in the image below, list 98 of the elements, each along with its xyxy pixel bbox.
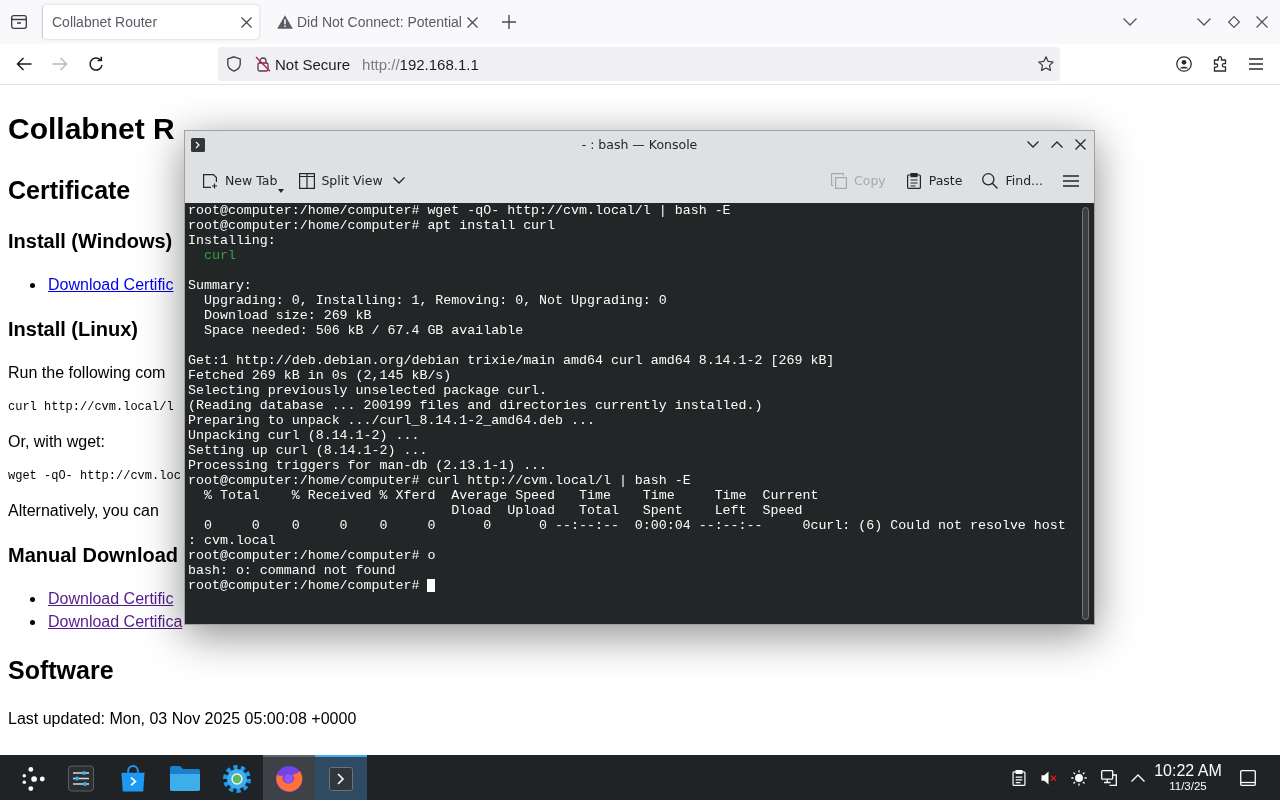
subsection-heading: Manual Download bbox=[8, 543, 178, 567]
split-view-icon bbox=[299, 172, 316, 189]
maximize-icon[interactable] bbox=[1051, 141, 1063, 148]
clock-date[interactable]: 11/3/25 bbox=[1169, 780, 1207, 793]
address-bar[interactable]: Not Secure http://192.168.1.1 bbox=[218, 47, 1060, 81]
window-title: - : bash — Konsole bbox=[581, 137, 698, 152]
paragraph: Last updated: Mon, 03 Nov 2025 05:00:08 +0000 bbox=[8, 709, 357, 729]
find-button[interactable]: Find... bbox=[976, 163, 1049, 198]
warning-icon bbox=[277, 15, 293, 29]
show-desktop-icon[interactable] bbox=[1240, 769, 1256, 786]
clock-time[interactable]: 10:22 AM bbox=[1154, 762, 1222, 779]
download-link[interactable]: Download Certifica bbox=[48, 612, 183, 632]
network-icon[interactable] bbox=[1101, 769, 1117, 786]
menu-icon[interactable] bbox=[1248, 58, 1264, 70]
paragraph: Run the following com bbox=[8, 363, 166, 383]
sun-icon[interactable] bbox=[1071, 769, 1087, 786]
chevron-up-icon[interactable] bbox=[1131, 773, 1145, 782]
terminal-line: root@computer:/home/computer# curl http://cvm.local/l | bash -E bbox=[188, 473, 691, 488]
paragraph: Or, with wget: bbox=[8, 432, 105, 452]
minimize-icon[interactable] bbox=[1027, 141, 1039, 148]
star-icon[interactable] bbox=[1038, 56, 1054, 72]
subsection-heading: Install (Windows) bbox=[8, 229, 173, 253]
terminal-line: root@computer:/home/computer# o bbox=[188, 548, 436, 563]
terminal-line: root@computer:/home/computer# wget -qO- http://cvm.local/l | bash -E bbox=[188, 203, 731, 218]
terminal-icon[interactable] bbox=[191, 137, 205, 152]
url-text[interactable]: http://192.168.1.1 bbox=[362, 55, 479, 73]
terminal-line: Get:1 http://deb.debian.org/debian trixie/main amd64 curl amd64 8.14.1-2 [269 kB] bbox=[188, 353, 835, 368]
code-snippet: curl http://cvm.local/l bbox=[8, 399, 174, 415]
page-heading: Collabnet R bbox=[8, 111, 175, 147]
menu-icon[interactable] bbox=[1063, 174, 1079, 187]
section-heading: Certificate bbox=[8, 176, 131, 204]
dots-icon bbox=[20, 766, 45, 791]
fox-globe-icon bbox=[275, 764, 303, 793]
terminal-line: Unpacking curl (8.14.1-2) ... bbox=[188, 428, 420, 443]
terminal-icon bbox=[329, 766, 353, 791]
terminal-line: (Reading database ... 200199 files and directories currently installed.) bbox=[188, 398, 763, 413]
terminal-line: Upgrading: 0, Installing: 1, Removing: 0, Not Upgrading: 0 bbox=[202, 293, 667, 308]
paragraph: Alternatively, you can bbox=[8, 501, 159, 521]
chevron-down-icon[interactable] bbox=[1123, 18, 1137, 26]
terminal-line: Download size: 269 kB bbox=[202, 308, 372, 323]
sliders-icon bbox=[68, 765, 94, 792]
bullet-icon bbox=[30, 282, 35, 288]
close-icon[interactable] bbox=[241, 16, 252, 28]
caret-icon bbox=[278, 188, 285, 193]
puzzle-icon[interactable] bbox=[1212, 56, 1228, 72]
scrollbar[interactable] bbox=[1082, 207, 1089, 620]
clipboard-icon[interactable] bbox=[1011, 769, 1027, 786]
bag-icon bbox=[120, 765, 146, 792]
terminal-line: Dload Upload Total Spent Left Speed bbox=[450, 503, 803, 518]
plus-icon[interactable] bbox=[502, 15, 516, 29]
close-icon[interactable] bbox=[467, 16, 478, 28]
maximize-icon[interactable] bbox=[1228, 16, 1240, 28]
shield-icon[interactable] bbox=[227, 56, 241, 72]
terminal-line: Selecting previously unselected package curl. bbox=[188, 383, 548, 398]
new-tab-button[interactable]: New Tab bbox=[196, 163, 286, 198]
terminal-line: : cvm.local bbox=[188, 533, 276, 548]
chevron-down-icon bbox=[392, 177, 405, 184]
crossed-lock-icon[interactable] bbox=[255, 56, 271, 72]
terminal-line: Installing: bbox=[188, 233, 276, 248]
security-label[interactable]: Not Secure bbox=[275, 55, 351, 73]
account-icon[interactable] bbox=[1176, 56, 1192, 72]
terminal-line: Preparing to unpack .../curl_8.14.1-2_amd64.deb ... bbox=[188, 413, 595, 428]
code-snippet: wget -qO- http://cvm.loc bbox=[8, 468, 181, 484]
browser-tab[interactable]: Collabnet Router bbox=[43, 5, 259, 39]
download-link[interactable]: Download Certific bbox=[48, 589, 174, 609]
split-view-button[interactable]: Split View bbox=[293, 163, 411, 198]
terminal-line: Summary: bbox=[188, 278, 252, 293]
terminal-line: Processing triggers for man-db (2.13.1-1) ... bbox=[188, 458, 548, 473]
bullet-icon bbox=[30, 619, 35, 625]
terminal-line: root@computer:/home/computer# bbox=[188, 578, 421, 593]
terminal-line: 0 0 0 0 0 0 0 0 --:--:-- 0:00:04 --:--:-- 0curl: (6) Could not resolve host bbox=[202, 518, 1066, 533]
terminal-line: Space needed: 506 kB / 67.4 GB available bbox=[202, 323, 524, 338]
search-icon bbox=[982, 172, 999, 189]
new-tab-icon bbox=[202, 172, 218, 189]
bullet-icon bbox=[30, 596, 35, 602]
terminal-line: bash: o: command not found bbox=[188, 563, 396, 578]
terminal-line: Fetched 269 kB in 0s (2,145 kB/s) bbox=[188, 368, 452, 383]
copy-icon bbox=[831, 172, 847, 189]
minimize-icon[interactable] bbox=[1197, 18, 1211, 26]
close-icon[interactable] bbox=[1075, 139, 1086, 150]
reload-icon[interactable] bbox=[88, 56, 104, 72]
gear-icon bbox=[223, 764, 251, 793]
terminal-line: Setting up curl (8.14.1-2) ... bbox=[188, 443, 428, 458]
back-icon[interactable] bbox=[16, 57, 32, 71]
paste-button[interactable]: Paste bbox=[899, 163, 969, 198]
terminal-output[interactable] bbox=[185, 203, 1094, 624]
terminal-line: % Total % Received % Xferd Average Speed Time Time Time Current bbox=[202, 488, 819, 503]
browser-tab[interactable]: Did Not Connect: Potential bbox=[269, 5, 485, 39]
paste-icon bbox=[905, 172, 922, 189]
muted-speaker-icon[interactable] bbox=[1041, 769, 1057, 786]
terminal-line: root@computer:/home/computer# apt install curl bbox=[188, 218, 556, 233]
terminal-line: curl bbox=[202, 248, 236, 263]
archive-box-icon[interactable] bbox=[11, 15, 27, 29]
download-link[interactable]: Download Certific bbox=[48, 275, 174, 295]
close-icon[interactable] bbox=[1256, 16, 1268, 28]
section-heading: Software bbox=[8, 656, 114, 684]
folder-icon bbox=[170, 766, 200, 791]
subsection-heading: Install (Linux) bbox=[8, 317, 138, 341]
